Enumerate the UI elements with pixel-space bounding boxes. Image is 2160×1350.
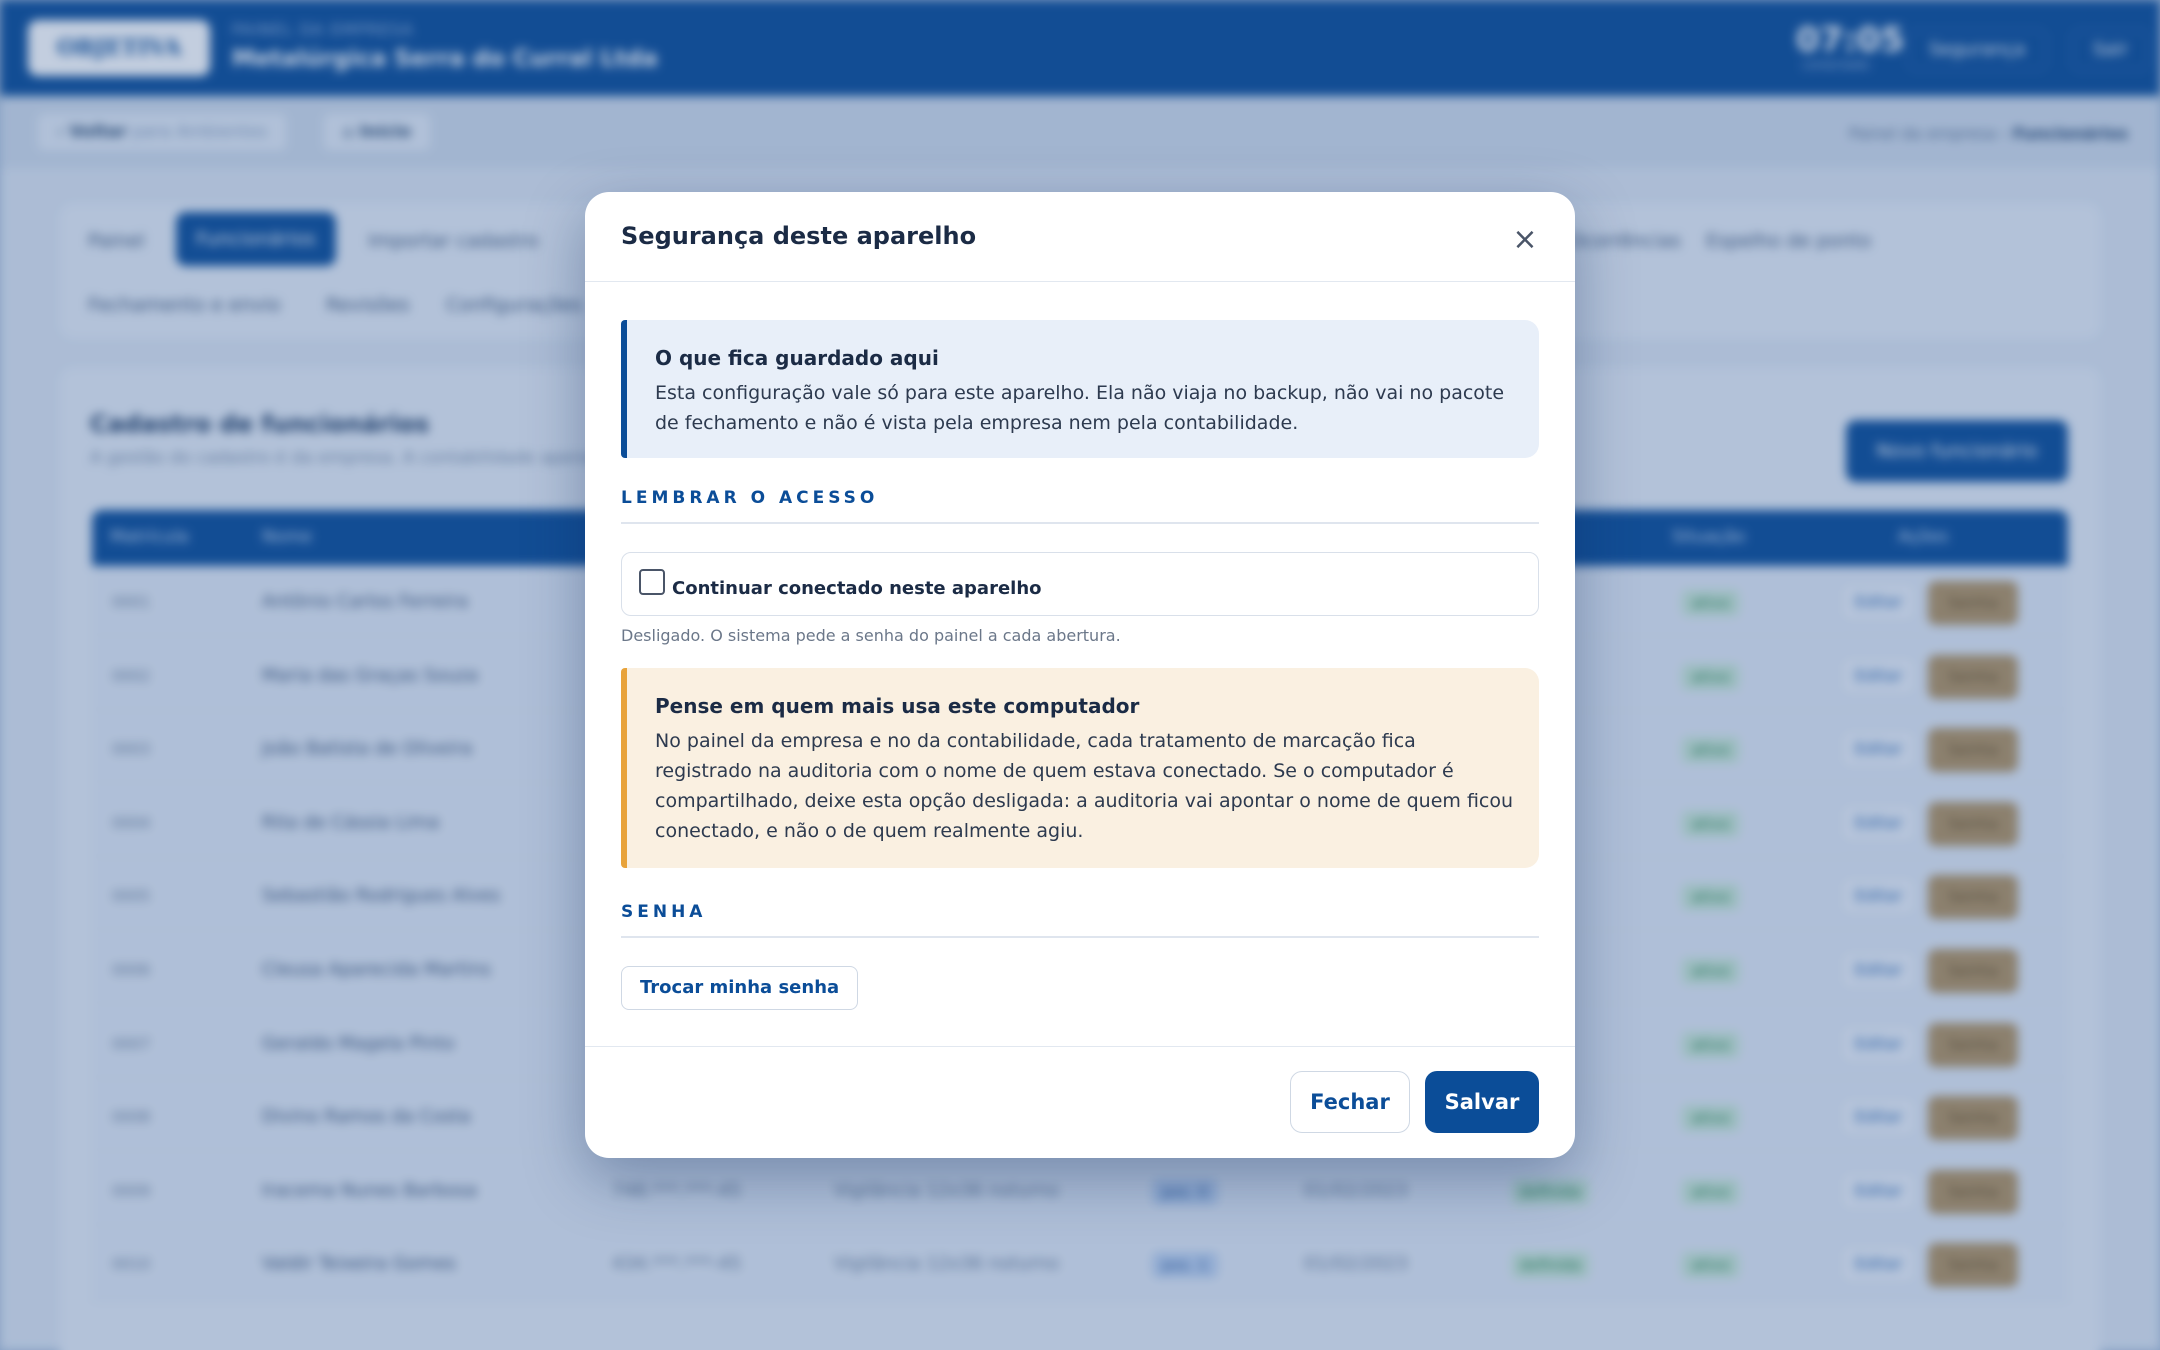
dialog-title: Segurança deste aparelho [621, 222, 977, 250]
stay-connected-option[interactable]: Continuar conectado neste aparelho [621, 552, 1539, 616]
dialog-footer: Fechar Salvar [585, 1046, 1575, 1158]
close-icon[interactable]: × [1507, 222, 1543, 258]
section-remember-access: LEMBRAR O ACESSO [621, 488, 879, 508]
warning-callout: Pense em quem mais usa este computador N… [621, 668, 1539, 868]
info-title: O que fica guardado aqui [655, 346, 939, 370]
save-button[interactable]: Salvar [1425, 1071, 1539, 1133]
change-password-button[interactable]: Trocar minha senha [621, 966, 859, 1010]
warning-body: No painel da empresa e no da contabilida… [655, 730, 1514, 842]
close-button[interactable]: Fechar [1290, 1071, 1410, 1133]
stay-connected-label[interactable]: Continuar conectado neste aparelho [672, 578, 1042, 599]
section-divider [621, 522, 1539, 524]
stay-connected-checkbox[interactable] [639, 569, 665, 595]
section-password: SENHA [621, 902, 707, 922]
stay-connected-hint: Desligado. O sistema pede a senha do pai… [621, 626, 1121, 645]
device-security-dialog: Segurança deste aparelho × O que fica gu… [585, 192, 1575, 1158]
warning-title: Pense em quem mais usa este computador [655, 694, 1140, 718]
dialog-header: Segurança deste aparelho × [585, 192, 1575, 282]
info-body: Esta configuração vale só para este apar… [655, 382, 1505, 434]
info-callout: O que fica guardado aqui Esta configuraç… [621, 320, 1539, 458]
section-divider [621, 936, 1539, 938]
